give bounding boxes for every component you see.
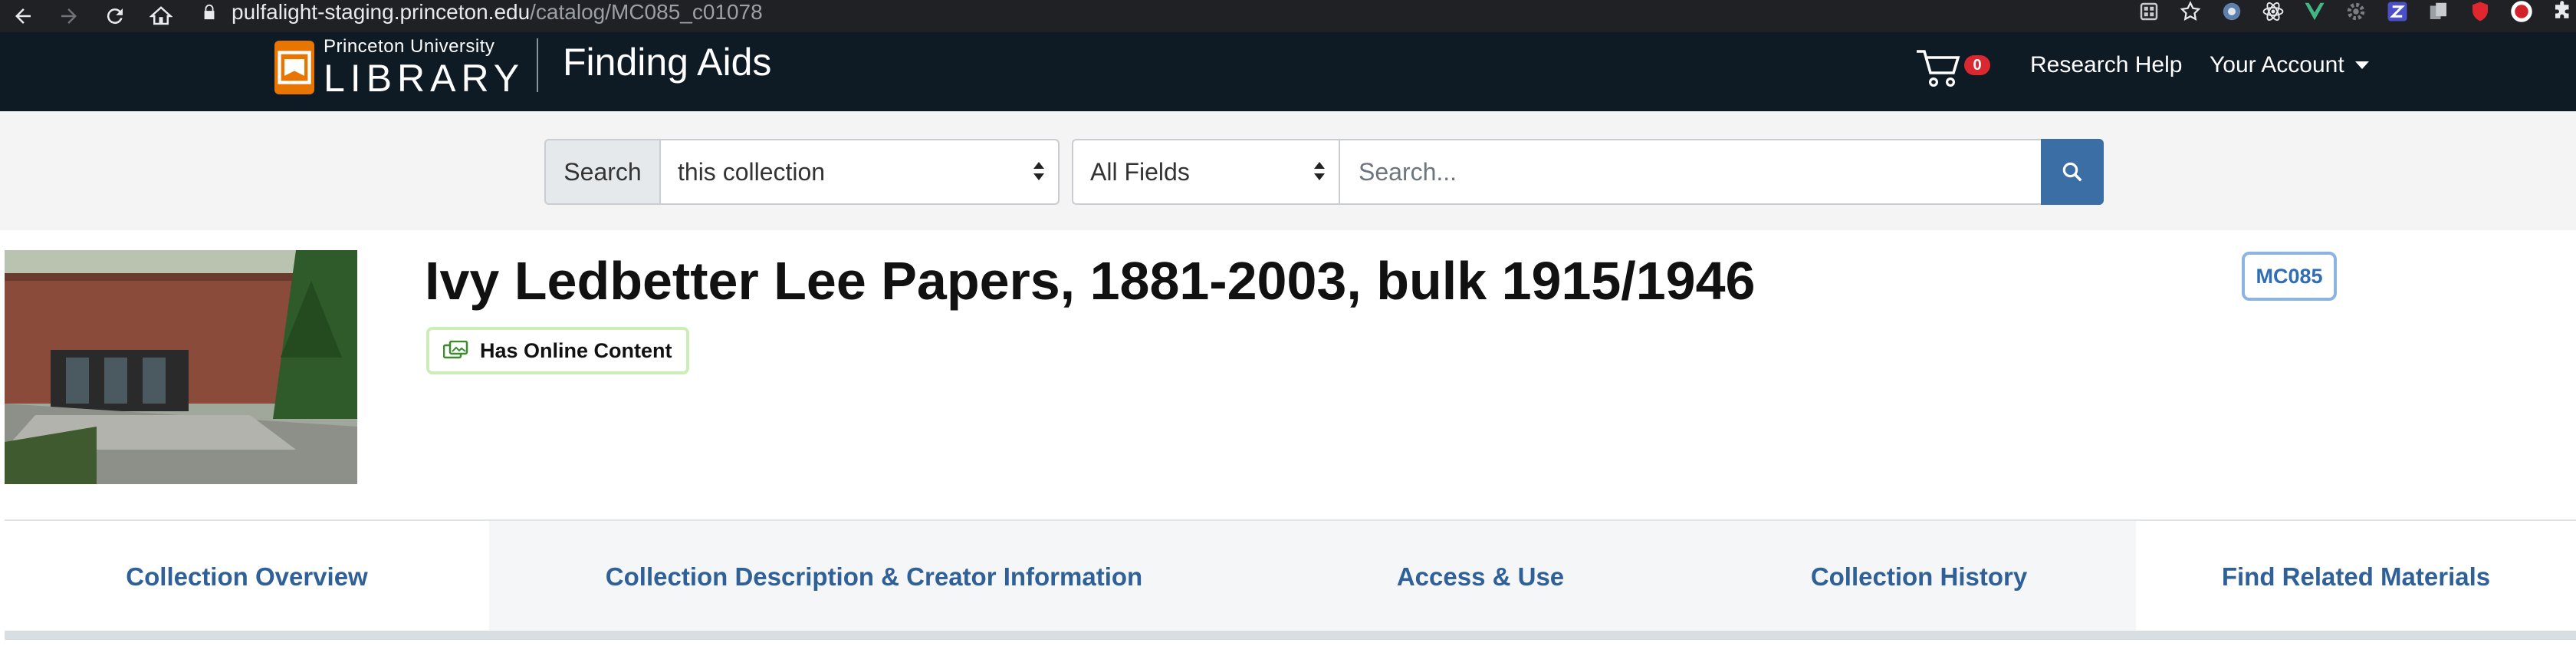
react-atom-icon[interactable]: [2260, 0, 2286, 23]
address-bar[interactable]: pulfalight-staging.princeton.edu/catalog…: [201, 0, 763, 25]
tabs-bottom-border: [5, 631, 2576, 640]
your-account-label: Your Account: [2210, 52, 2344, 77]
search-label: Search: [544, 139, 661, 205]
search-button[interactable]: [2041, 139, 2104, 205]
site-title[interactable]: Finding Aids: [563, 40, 771, 84]
collection-thumbnail: [5, 250, 357, 484]
tab-collection-history[interactable]: Collection History: [1702, 521, 2136, 632]
extension-circle-icon[interactable]: [2219, 0, 2245, 23]
caret-down-icon: [2354, 61, 2369, 69]
search-bar: Search this collection All Fields: [0, 111, 2576, 230]
library-shield-icon: [274, 41, 314, 94]
forward-icon[interactable]: [46, 0, 92, 32]
search-field-select[interactable]: All Fields: [1072, 139, 1340, 205]
url-path: /catalog/MC085_c01078: [530, 0, 763, 24]
reload-icon[interactable]: [92, 0, 138, 32]
copy-extension-icon[interactable]: [2426, 0, 2452, 23]
vue-icon[interactable]: [2302, 0, 2328, 23]
shield-extension-icon[interactable]: [2467, 0, 2493, 23]
puzzle-icon[interactable]: [2550, 0, 2576, 23]
search-scope-value: this collection: [678, 157, 826, 186]
collection-tabs: Collection Overview Collection Descripti…: [5, 519, 2576, 634]
collection-title: Ivy Ledbetter Lee Papers, 1881-2003, bul…: [425, 251, 1756, 311]
cart-count-badge: 0: [1964, 55, 1990, 75]
gear-extension-icon[interactable]: [2343, 0, 2369, 23]
cart-icon[interactable]: [1915, 46, 1961, 92]
home-icon[interactable]: [138, 0, 184, 32]
back-icon[interactable]: [0, 0, 46, 32]
browser-toolbar: pulfalight-staging.princeton.edu/catalog…: [0, 0, 2576, 32]
star-icon[interactable]: [2177, 0, 2203, 23]
tab-find-related-materials[interactable]: Find Related Materials: [2136, 521, 2576, 632]
collection-id-badge: MC085: [2242, 252, 2337, 301]
url-host: pulfalight-staging.princeton.edu: [232, 0, 531, 24]
search-icon: [2062, 162, 2082, 182]
header-divider: [537, 38, 538, 92]
tab-collection-description[interactable]: Collection Description & Creator Informa…: [489, 521, 1259, 632]
url-text: pulfalight-staging.princeton.edu/catalog…: [232, 0, 763, 25]
logo-top-text: Princeton University: [324, 36, 495, 57]
online-content-icon: [443, 341, 468, 359]
logo-text: Princeton University LIBRARY: [324, 36, 525, 100]
research-help-link[interactable]: Research Help: [2030, 52, 2182, 78]
select-arrows-icon: [1314, 160, 1325, 183]
tab-collection-overview[interactable]: Collection Overview: [5, 521, 489, 632]
library-logo[interactable]: Princeton University LIBRARY: [274, 38, 519, 97]
search-field-value: All Fields: [1090, 157, 1190, 186]
tab-access-and-use[interactable]: Access & Use: [1259, 521, 1702, 632]
apps-grid-icon[interactable]: [2136, 0, 2162, 23]
lock-icon: [204, 4, 215, 20]
online-content-badge[interactable]: Has Online Content: [426, 327, 689, 374]
profile-avatar-icon[interactable]: [2509, 0, 2535, 23]
select-arrows-icon: [1033, 160, 1044, 183]
search-scope-select[interactable]: this collection: [659, 139, 1060, 205]
site-header: Princeton University LIBRARY Finding Aid…: [0, 32, 2576, 111]
extension-toolbar: [2121, 0, 2576, 23]
z-extension-icon[interactable]: [2384, 0, 2410, 23]
logo-bottom-text: LIBRARY: [324, 57, 525, 100]
search-input[interactable]: [1339, 139, 2042, 205]
online-content-label: Has Online Content: [480, 338, 672, 362]
your-account-menu[interactable]: Your Account: [2210, 52, 2369, 78]
